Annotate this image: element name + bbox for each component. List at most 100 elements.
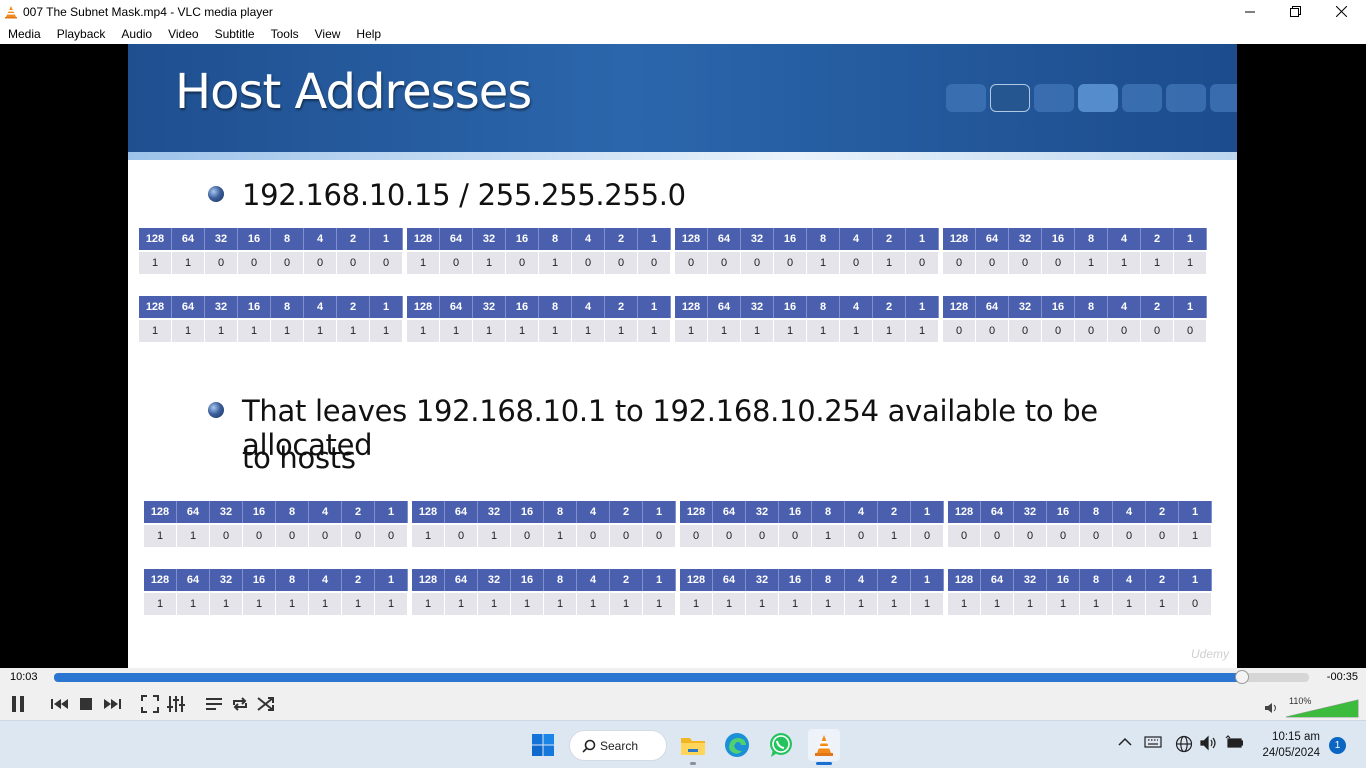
title-bar: 007 The Subnet Mask.mp4 - VLC media play… — [0, 0, 1366, 23]
file-explorer-button[interactable] — [677, 729, 709, 761]
bit-value-cell: 1 — [812, 525, 845, 547]
bullet-ip-mask: 192.168.10.15 / 255.255.255.0 — [242, 178, 686, 212]
header-box — [1034, 84, 1074, 112]
bit-value-cell: 0 — [779, 525, 812, 547]
bit-value-cell: 1 — [948, 593, 981, 615]
playlist-button[interactable] — [202, 692, 226, 716]
octet: 128 64 32 16 8 4 2 1 0 0 0 0 0 0 0 1 — [948, 501, 1212, 547]
bit-value-cell: 1 — [440, 320, 473, 342]
notification-badge[interactable]: 1 — [1329, 737, 1346, 754]
menu-tools[interactable]: Tools — [263, 27, 307, 41]
bit-weight-cell: 8 — [812, 569, 845, 591]
menu-video[interactable]: Video — [160, 27, 206, 41]
bit-weight-cell: 16 — [779, 501, 812, 523]
menu-audio[interactable]: Audio — [113, 27, 160, 41]
network-globe-icon[interactable] — [1175, 735, 1193, 753]
bit-weight-cell: 4 — [304, 228, 337, 250]
bit-weight-cell: 64 — [713, 569, 746, 591]
bit-weight-cell: 32 — [741, 296, 774, 318]
minimize-button[interactable] — [1227, 0, 1273, 23]
system-clock[interactable]: 10:15 am 24/05/2024 — [1256, 729, 1320, 761]
bit-value-cell: 1 — [177, 525, 210, 547]
bit-value-cell: 1 — [981, 593, 1014, 615]
bit-weight-cell: 2 — [605, 296, 638, 318]
bit-value-cell: 0 — [610, 525, 643, 547]
next-button[interactable] — [100, 692, 124, 716]
loop-button[interactable] — [228, 692, 252, 716]
bit-weight-cell: 64 — [981, 501, 1014, 523]
menu-subtitle[interactable]: Subtitle — [207, 27, 263, 41]
edge-button[interactable] — [721, 729, 753, 761]
bit-value-cell: 0 — [1009, 320, 1042, 342]
bit-weight-cell: 16 — [511, 569, 544, 591]
slide-header: Host Addresses — [128, 44, 1237, 160]
keyboard-icon[interactable] — [1144, 735, 1162, 749]
windows-start-icon — [532, 734, 554, 756]
binary-table: 128 64 32 16 8 4 2 1 1 1 0 0 0 0 0 0 128 64 32 16 8 4 2 1 1 0 1 0 1 0… — [139, 228, 1207, 274]
bit-weight-cell: 1 — [1174, 228, 1207, 250]
bit-value-cell: 0 — [445, 525, 478, 547]
whatsapp-button[interactable] — [765, 729, 797, 761]
bit-weight-cell: 8 — [276, 569, 309, 591]
menu-media[interactable]: Media — [0, 27, 49, 41]
bit-value-cell: 0 — [1042, 320, 1075, 342]
vlc-cone-icon — [815, 735, 833, 756]
bit-value-cell: 1 — [205, 320, 238, 342]
bit-value-cell: 1 — [638, 320, 671, 342]
active-app-indicator — [816, 762, 832, 765]
bit-weight-cell: 64 — [177, 569, 210, 591]
volume-icon[interactable] — [1200, 735, 1218, 751]
menu-playback[interactable]: Playback — [49, 27, 114, 41]
start-button[interactable] — [527, 729, 559, 761]
bit-value-cell: 0 — [1009, 252, 1042, 274]
bit-weight-cell: 1 — [638, 296, 671, 318]
speaker-icon[interactable] — [1264, 702, 1278, 714]
bit-value-cell: 0 — [572, 252, 605, 274]
vlc-taskbar-button[interactable] — [808, 729, 840, 761]
bit-value-cell: 1 — [1080, 593, 1113, 615]
menu-help[interactable]: Help — [348, 27, 389, 41]
volume-slider[interactable] — [1286, 696, 1360, 718]
bit-value-cell: 1 — [906, 320, 939, 342]
time-elapsed[interactable]: 10:03 — [10, 671, 38, 683]
bit-value-cell: 0 — [605, 252, 638, 274]
previous-button[interactable] — [48, 692, 72, 716]
binary-table: 128 64 32 16 8 4 2 1 1 1 1 1 1 1 1 1 128 64 32 16 8 4 2 1 1 1 1 1 1 1… — [144, 569, 1212, 615]
bit-value-cell: 0 — [205, 252, 238, 274]
bit-weight-cell: 1 — [375, 501, 408, 523]
bit-value-cell: 1 — [807, 320, 840, 342]
time-remaining[interactable]: -00:35 — [1327, 671, 1358, 683]
bit-value-cell: 0 — [845, 525, 878, 547]
previous-icon — [51, 699, 68, 709]
menu-view[interactable]: View — [307, 27, 349, 41]
video-area[interactable]: Host Addresses 192.168.10.15 / 255.255.2… — [0, 44, 1366, 668]
close-button[interactable] — [1318, 0, 1364, 23]
bit-weight-cell: 1 — [370, 228, 403, 250]
taskbar-search[interactable]: Search — [569, 730, 667, 761]
bit-value-cell: 1 — [144, 593, 177, 615]
bit-weight-cell: 2 — [1141, 228, 1174, 250]
bit-weight-cell: 16 — [506, 296, 539, 318]
bit-value-cell: 0 — [238, 252, 271, 274]
battery-icon[interactable] — [1225, 735, 1243, 751]
seek-bar[interactable] — [54, 673, 1309, 682]
bit-value-cell: 0 — [1014, 525, 1047, 547]
bit-value-cell: 1 — [911, 593, 944, 615]
restore-button[interactable] — [1272, 0, 1318, 23]
bit-value-cell: 1 — [807, 252, 840, 274]
equalizer-icon — [167, 696, 185, 712]
bit-weight-cell: 64 — [713, 501, 746, 523]
bit-value-cell: 1 — [1014, 593, 1047, 615]
stop-button[interactable] — [74, 692, 98, 716]
chevron-up-icon[interactable] — [1118, 735, 1132, 749]
bit-value-cell: 1 — [412, 593, 445, 615]
taskbar: Search 10:15 am 24/05/2024 1 — [0, 720, 1366, 768]
loop-icon — [233, 697, 247, 711]
extended-settings-button[interactable] — [164, 692, 188, 716]
shuffle-button[interactable] — [254, 692, 278, 716]
seek-progress — [54, 673, 1243, 682]
minimize-icon — [1245, 11, 1255, 12]
fullscreen-button[interactable] — [138, 692, 162, 716]
pause-button[interactable] — [6, 692, 30, 716]
bit-value-cell: 1 — [605, 320, 638, 342]
